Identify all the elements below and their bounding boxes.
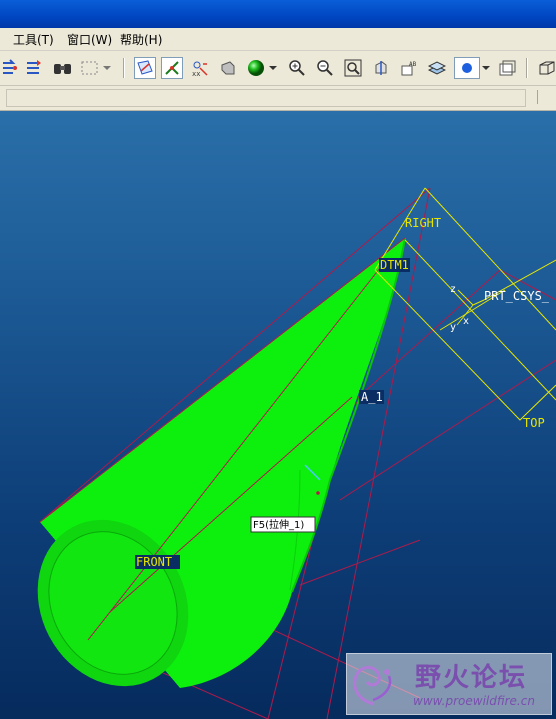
watermark-url: www.proewildfire.cn: [413, 694, 535, 708]
label-z-axis: z: [450, 284, 456, 295]
menu-tools[interactable]: 工具(T): [13, 31, 54, 48]
label-y-axis: y: [450, 322, 456, 333]
main-toolbar: xx AB: [0, 51, 556, 86]
datum-points-icon[interactable]: xx: [189, 57, 211, 79]
forum-watermark: 野火论坛 www.proewildfire.cn: [346, 653, 552, 715]
watermark-title: 野火论坛: [415, 663, 528, 693]
datum-axes-icon[interactable]: [161, 57, 183, 79]
select-box-icon[interactable]: [79, 57, 101, 79]
spin-center-icon[interactable]: [496, 57, 518, 79]
layers-icon[interactable]: [426, 57, 448, 79]
refit-icon[interactable]: [342, 57, 364, 79]
menu-bar: 工具(T) 窗口(W) 帮助(H): [0, 28, 556, 51]
forum-logo-icon: [353, 666, 392, 706]
datum-planes: [374, 187, 556, 421]
menu-window[interactable]: 窗口(W): [67, 31, 112, 48]
label-right: RIGHT: [405, 216, 441, 230]
appearance-ball-icon[interactable]: [245, 57, 267, 79]
model-canvas[interactable]: RIGHT DTM1 PRT_CSYS_ z y x A_1 TOP FRONT…: [0, 111, 556, 719]
svg-text:AB: AB: [409, 61, 417, 68]
command-field[interactable]: [6, 89, 526, 107]
shading-icon[interactable]: [217, 57, 239, 79]
cone-body[interactable]: [9, 237, 406, 713]
chevron-down-icon[interactable]: [268, 57, 278, 79]
datum-planes-icon[interactable]: [134, 57, 156, 79]
label-csys: PRT_CSYS_: [484, 289, 550, 303]
label-dtm1: DTM1: [380, 258, 409, 272]
saved-views-icon[interactable]: AB: [398, 57, 420, 79]
chevron-down-icon[interactable]: [481, 57, 491, 79]
svg-text:xx: xx: [192, 70, 200, 77]
zoom-in-icon[interactable]: [286, 57, 308, 79]
find-icon[interactable]: [52, 57, 74, 79]
box-view-icon[interactable]: [536, 57, 556, 79]
zoom-out-icon[interactable]: [314, 57, 336, 79]
toolbar-grip: [537, 90, 552, 104]
graphics-viewport[interactable]: RIGHT DTM1 PRT_CSYS_ z y x A_1 TOP FRONT…: [0, 111, 556, 719]
label-a1: A_1: [361, 390, 383, 404]
feature-tooltip: F5(拉伸_1): [253, 518, 304, 531]
label-top: TOP: [523, 416, 545, 430]
reorient-icon[interactable]: [370, 57, 392, 79]
model-display-icon[interactable]: [454, 57, 480, 79]
secondary-toolbar: [0, 86, 556, 111]
label-front: FRONT: [136, 555, 172, 569]
regenerate-icon[interactable]: [0, 57, 20, 79]
chevron-down-icon[interactable]: [102, 57, 112, 79]
title-bar: [0, 0, 556, 28]
menu-help[interactable]: 帮助(H): [120, 31, 162, 48]
feature-point: [316, 491, 320, 495]
label-x-axis: x: [463, 316, 469, 327]
regenerate-manager-icon[interactable]: [23, 57, 45, 79]
